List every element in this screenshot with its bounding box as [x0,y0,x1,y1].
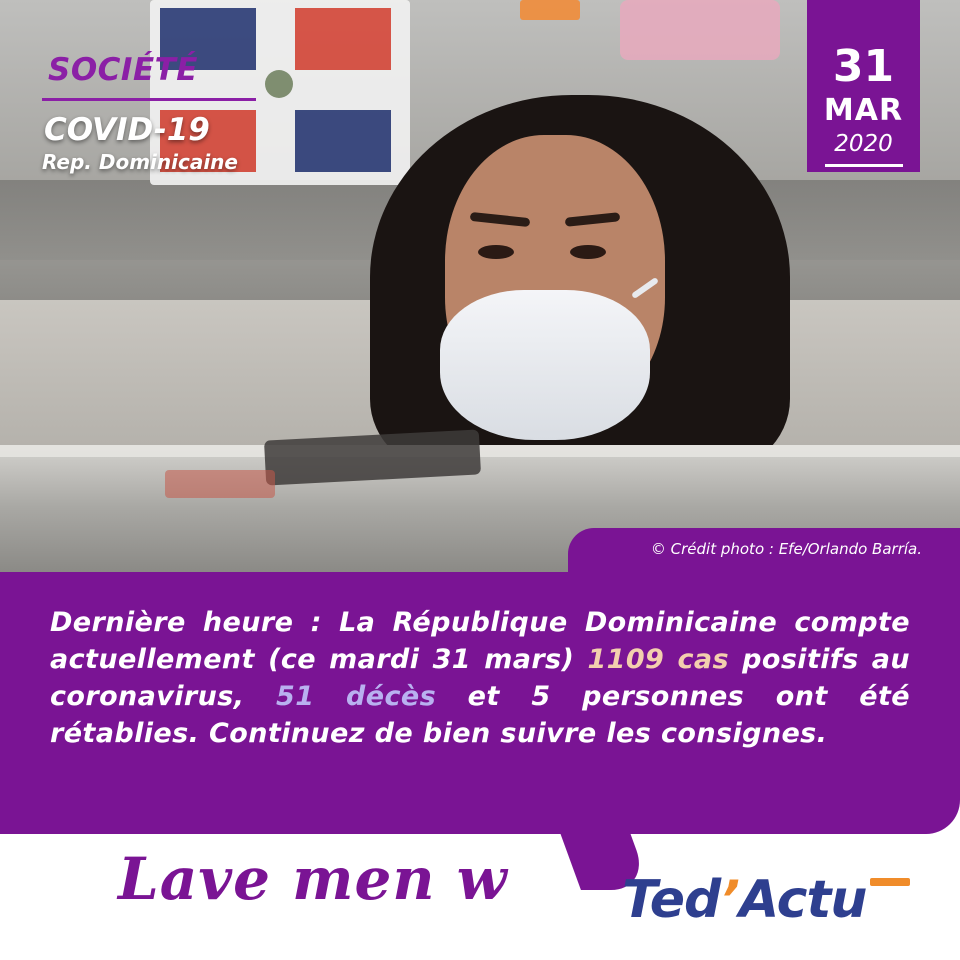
photo-background-pink-object [620,0,780,60]
tedactu-logo: Ted’Actu [622,870,867,930]
logo-apostrophe: ’ [720,870,740,930]
news-body-text: Dernière heure : La République Dominicai… [50,604,910,752]
date-day: 31 [832,41,895,92]
headline: COVID-19 [44,112,210,148]
photo-background-orange-object [520,0,580,20]
subheadline: Rep. Dominicaine [42,150,238,174]
death-count-highlight: 51 décès [276,681,437,712]
category-underline [42,98,256,101]
category-label: SOCIÉTÉ [48,52,198,88]
woman-eye-right [570,245,606,259]
date-underline [825,164,903,167]
logo-text-actu: Actu [739,870,867,930]
woman-eye-left [478,245,514,259]
date-badge: 31 MAR 2020 [807,0,920,172]
date-month: MAR [823,93,904,128]
case-count-highlight: 1109 cas [587,644,729,675]
flag-quarter-red-top [295,8,391,70]
news-card: SOCIÉTÉ COVID-19 Rep. Dominicaine 31 MAR… [0,0,960,960]
slogan: Lave men w [118,845,508,913]
logo-text-ted: Ted [622,870,721,930]
desk-item [165,470,275,498]
flag-seal [265,70,293,98]
flag-quarter-blue-bottom [295,110,391,172]
surgical-mask [440,290,650,440]
date-year: 2020 [834,131,893,157]
logo-accent-bar [870,878,910,886]
photo-credit: © Crédit photo : Efe/Orlando Barría. [650,540,922,558]
